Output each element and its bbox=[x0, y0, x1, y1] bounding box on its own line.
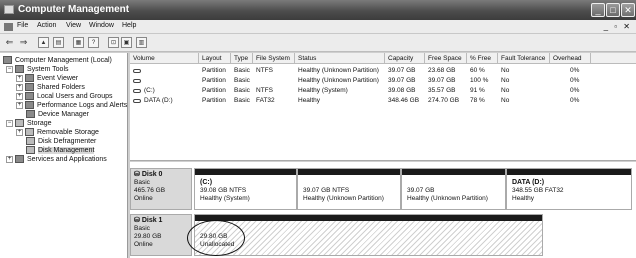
column-header-type[interactable]: Type bbox=[234, 55, 248, 62]
minimize-button[interactable]: _ bbox=[591, 3, 605, 17]
volume-icon bbox=[133, 79, 141, 83]
column-header-file-system[interactable]: File System bbox=[256, 55, 290, 62]
collapse-icon[interactable]: − bbox=[6, 119, 13, 127]
volume-icon bbox=[133, 99, 141, 103]
volume-list: Volume Layout Type File System Status Ca… bbox=[130, 53, 636, 161]
column-header-free-space[interactable]: Free Space bbox=[428, 55, 462, 62]
expand-icon[interactable]: + bbox=[16, 74, 23, 82]
disk-1-label[interactable]: ⛁ Disk 1 Basic 29.80 GB Online bbox=[130, 214, 192, 256]
maximize-button[interactable]: □ bbox=[606, 3, 620, 17]
performance-icon bbox=[25, 101, 34, 109]
table-row[interactable]: Partition Basic NTFS Healthy (Unknown Pa… bbox=[130, 66, 636, 76]
window-title: Computer Management bbox=[18, 4, 130, 15]
column-header-volume[interactable]: Volume bbox=[133, 55, 155, 62]
menu-view[interactable]: View bbox=[66, 22, 81, 29]
menu-window[interactable]: Window bbox=[89, 22, 114, 29]
column-header-overhead[interactable]: Overhead bbox=[553, 55, 582, 62]
expand-icon[interactable]: + bbox=[6, 155, 13, 163]
tree-item-removable-storage[interactable]: + Removable Storage bbox=[16, 128, 99, 136]
computer-icon bbox=[3, 56, 12, 64]
back-arrow-icon[interactable]: ⇐ bbox=[4, 37, 15, 48]
tree-item-disk-defragmenter[interactable]: Disk Defragmenter bbox=[26, 137, 96, 145]
expand-icon[interactable]: + bbox=[16, 83, 23, 91]
removable-storage-icon bbox=[25, 128, 34, 136]
properties-icon[interactable]: ▦ bbox=[73, 37, 84, 48]
defragmenter-icon bbox=[26, 137, 35, 145]
table-row[interactable]: (C:) Partition Basic NTFS Healthy (Syste… bbox=[130, 86, 636, 96]
title-bar: Computer Management _ □ ✕ bbox=[0, 0, 636, 20]
close-button[interactable]: ✕ bbox=[621, 3, 635, 17]
services-icon bbox=[15, 155, 24, 163]
expand-icon[interactable]: + bbox=[16, 101, 23, 109]
menu-file[interactable]: File bbox=[17, 22, 28, 29]
column-header-status[interactable]: Status bbox=[298, 55, 316, 62]
mmc-document-icon[interactable] bbox=[4, 23, 13, 31]
tree-item-disk-management[interactable]: Disk Management bbox=[26, 146, 95, 154]
tree-item-event-viewer[interactable]: + Event Viewer bbox=[16, 74, 78, 82]
storage-icon bbox=[15, 119, 24, 127]
tree-item-local-users-and-groups[interactable]: + Local Users and Groups bbox=[16, 92, 112, 100]
computer-management-icon bbox=[4, 5, 14, 14]
disk-1-name: ⛁ Disk 1 bbox=[134, 217, 163, 224]
column-header-layout[interactable]: Layout bbox=[202, 55, 222, 62]
tree-item-storage[interactable]: − Storage bbox=[6, 119, 52, 127]
disk-management-icon bbox=[26, 146, 35, 154]
event-viewer-icon bbox=[25, 74, 34, 82]
volume-icon bbox=[133, 89, 141, 93]
tools-icon bbox=[15, 65, 24, 73]
table-row[interactable]: DATA (D:) Partition Basic FAT32 Healthy … bbox=[130, 96, 636, 106]
partition-unknown-1[interactable]: 39.07 GB NTFS Healthy (Unknown Partition… bbox=[297, 168, 401, 210]
tree-item-performance-logs[interactable]: + Performance Logs and Alerts bbox=[16, 101, 127, 109]
menu-bar: File Action View Window Help _ ▫ ✕ bbox=[0, 20, 636, 34]
collapse-icon[interactable]: − bbox=[6, 65, 13, 73]
export-list-icon[interactable]: ▣ bbox=[121, 37, 132, 48]
table-row[interactable]: Partition Basic Healthy (Unknown Partiti… bbox=[130, 76, 636, 86]
connect-icon[interactable]: ⊡ bbox=[108, 37, 119, 48]
users-icon bbox=[25, 92, 34, 100]
tree-item-device-manager[interactable]: Device Manager bbox=[26, 110, 89, 118]
column-header-capacity[interactable]: Capacity bbox=[388, 55, 413, 62]
mdi-window-controls[interactable]: _ ▫ ✕ bbox=[604, 22, 632, 31]
tree-item-system-tools[interactable]: − System Tools bbox=[6, 65, 69, 73]
highlight-circle bbox=[187, 220, 245, 256]
console-tree: Computer Management (Local) − System Too… bbox=[0, 53, 128, 258]
tree-item-computer-management[interactable]: Computer Management (Local) bbox=[3, 56, 112, 64]
up-folder-icon[interactable]: ▲ bbox=[38, 37, 49, 48]
tree-item-services-and-applications[interactable]: + Services and Applications bbox=[6, 155, 107, 163]
disk-0-name: ⛁ Disk 0 bbox=[134, 171, 163, 178]
menu-help[interactable]: Help bbox=[122, 22, 136, 29]
column-header-percent-free[interactable]: % Free bbox=[470, 55, 491, 62]
tree-item-shared-folders[interactable]: + Shared Folders bbox=[16, 83, 85, 91]
help-icon[interactable]: ? bbox=[88, 37, 99, 48]
expand-icon[interactable]: + bbox=[16, 128, 23, 136]
show-hide-tree-icon[interactable]: ▤ bbox=[53, 37, 64, 48]
partition-data-d[interactable]: DATA (D:) 348.55 GB FAT32 Healthy bbox=[506, 168, 632, 210]
volume-list-header: Volume Layout Type File System Status Ca… bbox=[130, 53, 636, 64]
toolbar: ⇐ ⇒ ▲ ▤ ▦ ? ⊡ ▣ ▥ bbox=[0, 34, 636, 52]
partition-unknown-2[interactable]: 39.07 GB Healthy (Unknown Partition) bbox=[401, 168, 506, 210]
refresh-icon[interactable]: ▥ bbox=[136, 37, 147, 48]
unallocated-space[interactable]: 29.80 GB Unallocated bbox=[194, 214, 543, 256]
volume-icon bbox=[133, 69, 141, 73]
column-header-fault-tolerance[interactable]: Fault Tolerance bbox=[501, 55, 545, 62]
expand-icon[interactable]: + bbox=[16, 92, 23, 100]
device-manager-icon bbox=[26, 110, 35, 118]
partition-c[interactable]: (C:) 39.08 GB NTFS Healthy (System) bbox=[194, 168, 297, 210]
shared-folders-icon bbox=[25, 83, 34, 91]
disk-0-label[interactable]: ⛁ Disk 0 Basic 465.76 GB Online bbox=[130, 168, 192, 210]
forward-arrow-icon[interactable]: ⇒ bbox=[18, 37, 29, 48]
disk-map: ⛁ Disk 0 Basic 465.76 GB Online (C:) 39.… bbox=[130, 162, 636, 258]
menu-action[interactable]: Action bbox=[37, 22, 56, 29]
